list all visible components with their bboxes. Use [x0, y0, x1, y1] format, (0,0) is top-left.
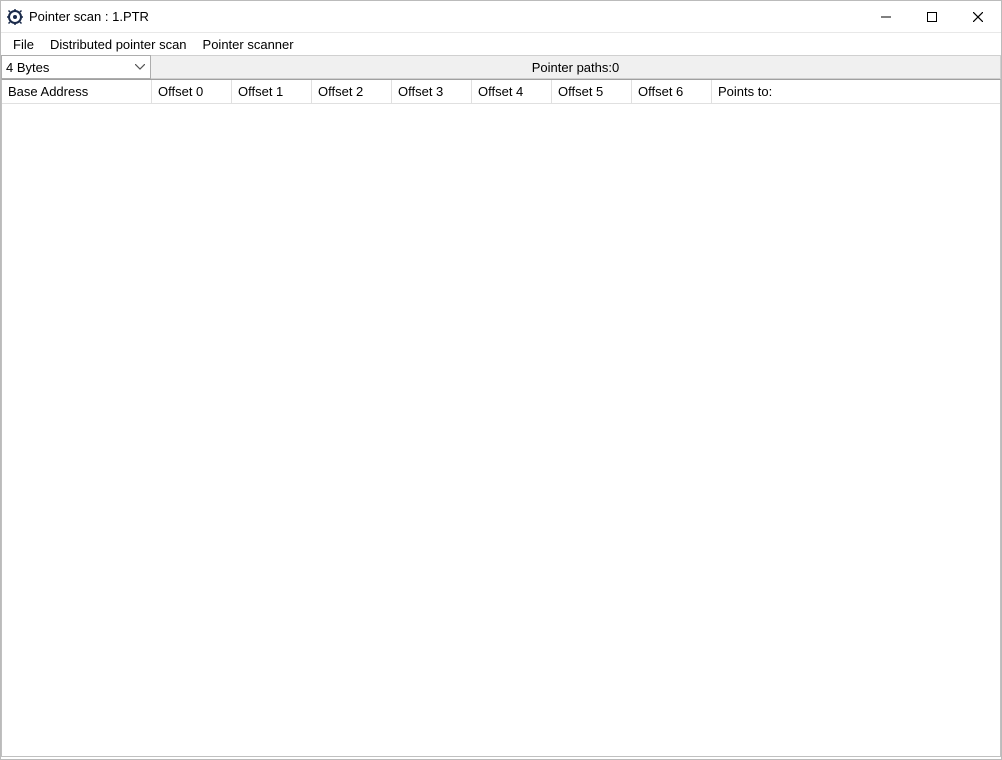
col-offset-6[interactable]: Offset 6	[632, 80, 712, 103]
value-type-select[interactable]: 4 Bytes	[1, 55, 151, 79]
titlebar: Pointer scan : 1.PTR	[1, 1, 1001, 33]
col-offset-3[interactable]: Offset 3	[392, 80, 472, 103]
results-table: Base Address Offset 0 Offset 1 Offset 2 …	[1, 79, 1001, 757]
chevron-down-icon	[132, 64, 148, 70]
col-offset-4[interactable]: Offset 4	[472, 80, 552, 103]
maximize-button[interactable]	[909, 1, 955, 32]
window-title: Pointer scan : 1.PTR	[29, 9, 149, 24]
col-offset-2[interactable]: Offset 2	[312, 80, 392, 103]
value-type-select-value: 4 Bytes	[6, 60, 49, 75]
menubar: File Distributed pointer scan Pointer sc…	[1, 33, 1001, 55]
col-offset-0[interactable]: Offset 0	[152, 80, 232, 103]
minimize-button[interactable]	[863, 1, 909, 32]
menu-pointer-scanner[interactable]: Pointer scanner	[195, 35, 302, 54]
toolbar-row: 4 Bytes Pointer paths:0	[1, 55, 1001, 79]
col-points-to[interactable]: Points to:	[712, 80, 1000, 103]
close-button[interactable]	[955, 1, 1001, 32]
status-text: Pointer paths:0	[532, 60, 619, 75]
menu-distributed-pointer-scan[interactable]: Distributed pointer scan	[42, 35, 195, 54]
col-base-address[interactable]: Base Address	[2, 80, 152, 103]
titlebar-left: Pointer scan : 1.PTR	[1, 9, 863, 25]
menu-file[interactable]: File	[5, 35, 42, 54]
status-bar: Pointer paths:0	[151, 55, 1001, 79]
window-controls	[863, 1, 1001, 32]
col-offset-5[interactable]: Offset 5	[552, 80, 632, 103]
table-body[interactable]	[2, 104, 1000, 756]
table-header-row: Base Address Offset 0 Offset 1 Offset 2 …	[2, 80, 1000, 104]
col-offset-1[interactable]: Offset 1	[232, 80, 312, 103]
app-icon	[7, 9, 23, 25]
